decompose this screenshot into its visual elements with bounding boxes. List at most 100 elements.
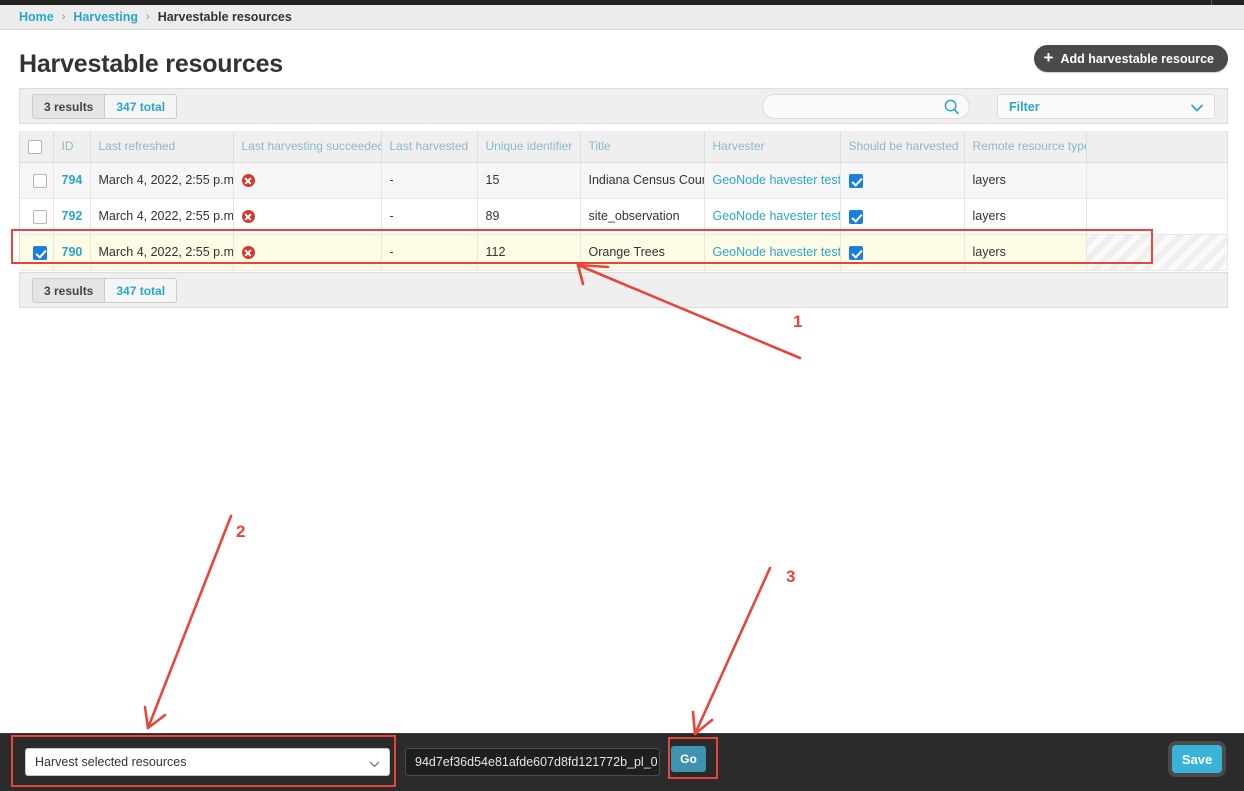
bulk-action-selected-value: Harvest selected resources xyxy=(35,755,187,769)
plus-icon: + xyxy=(1043,48,1054,67)
annotation-number-1: 1 xyxy=(793,312,803,331)
cell-title: Indiana Census County xyxy=(580,162,705,199)
row-checkbox[interactable] xyxy=(33,173,48,188)
column-header-should-be-harvested[interactable]: Should be harvested xyxy=(840,131,965,163)
go-button[interactable]: Go xyxy=(671,746,706,772)
add-button-label: Add harvestable resource xyxy=(1060,51,1214,66)
row-select-cell xyxy=(20,198,54,235)
filter-label: Filter xyxy=(1009,99,1040,114)
breadcrumb-separator: › xyxy=(61,11,66,23)
cell-id: 790 xyxy=(53,234,91,271)
results-count-pill[interactable]: 3 results xyxy=(32,94,106,119)
table-row-selected[interactable]: 790 March 4, 2022, 2:55 p.m. - 112 Orang… xyxy=(20,234,1228,271)
column-header-spacer xyxy=(1086,131,1228,163)
column-header-remote-resource-type[interactable]: Remote resource type xyxy=(964,131,1087,163)
cell-last-harvesting-succeeded xyxy=(233,162,382,199)
error-icon xyxy=(241,174,255,188)
footer-results-pill-group: 3 results 347 total xyxy=(32,278,178,303)
cell-last-harvested: - xyxy=(381,234,478,271)
footer-results-count-pill[interactable]: 3 results xyxy=(32,278,106,303)
row-select-cell xyxy=(20,234,54,271)
cell-last-harvested: - xyxy=(381,198,478,235)
id-link[interactable]: 792 xyxy=(62,209,83,223)
table-header-row: ID Last refreshed Last harvesting succee… xyxy=(20,131,1228,163)
add-harvestable-resource-button[interactable]: + Add harvestable resource xyxy=(1033,45,1228,72)
column-header-id[interactable]: ID xyxy=(53,131,91,163)
table-row[interactable]: 792 March 4, 2022, 2:55 p.m. - 89 site_o… xyxy=(20,198,1228,235)
cell-id: 794 xyxy=(53,162,91,199)
search-icon[interactable] xyxy=(944,99,960,120)
search-box[interactable] xyxy=(762,94,970,119)
annotation-number-3: 3 xyxy=(786,567,796,586)
chevron-down-icon xyxy=(369,758,380,772)
cell-spacer xyxy=(1086,162,1228,199)
cell-harvester: GeoNode havester test xyxy=(704,234,841,271)
cell-unique-identifier: 15 xyxy=(477,162,581,199)
breadcrumb-separator: › xyxy=(146,11,150,23)
id-link[interactable]: 794 xyxy=(62,173,83,187)
results-pill-group: 3 results 347 total xyxy=(32,94,178,119)
column-header-title[interactable]: Title xyxy=(580,131,705,163)
search-input[interactable] xyxy=(773,95,943,118)
row-select-cell xyxy=(20,162,54,199)
harvestable-resources-table: ID Last refreshed Last harvesting succee… xyxy=(19,131,1228,271)
harvester-link[interactable]: GeoNode havester test xyxy=(713,209,840,223)
cell-last-refreshed: March 4, 2022, 2:55 p.m. xyxy=(90,162,234,199)
table-row[interactable]: 794 March 4, 2022, 2:55 p.m. - 15 Indian… xyxy=(20,162,1228,199)
harvester-link[interactable]: GeoNode havester test xyxy=(713,245,840,259)
cell-harvester: GeoNode havester test xyxy=(704,198,841,235)
column-header-last-harvesting-succeeded[interactable]: Last harvesting succeeded xyxy=(233,131,382,163)
cell-last-harvesting-succeeded xyxy=(233,198,382,235)
cell-last-harvesting-succeeded xyxy=(233,234,382,271)
session-hash-value: 94d7ef36d54e81afde607d8fd121772b_pl_0 xyxy=(415,755,658,769)
bulk-action-bar: Harvest selected resources 94d7ef36d54e8… xyxy=(0,733,1244,791)
row-checkbox[interactable] xyxy=(33,209,48,224)
cell-last-harvested: - xyxy=(381,162,478,199)
save-button[interactable]: Save xyxy=(1172,745,1222,773)
select-all-checkbox[interactable] xyxy=(28,139,42,154)
cell-unique-identifier: 112 xyxy=(477,234,581,271)
cell-last-refreshed: March 4, 2022, 2:55 p.m. xyxy=(90,198,234,235)
cell-unique-identifier: 89 xyxy=(477,198,581,235)
breadcrumb: Home › Harvesting › Harvestable resource… xyxy=(0,5,1244,30)
should-be-harvested-checkbox[interactable] xyxy=(848,173,863,188)
cell-harvester: GeoNode havester test xyxy=(704,162,841,199)
cell-should-be-harvested xyxy=(840,234,965,271)
row-checkbox[interactable] xyxy=(33,245,48,260)
footer-total-count-pill[interactable]: 347 total xyxy=(105,278,178,303)
page-title: Harvestable resources xyxy=(19,50,284,78)
cell-title: site_observation xyxy=(580,198,705,235)
cell-spacer xyxy=(1086,198,1228,235)
cell-id: 792 xyxy=(53,198,91,235)
chevron-down-icon xyxy=(1190,101,1204,119)
column-header-last-refreshed[interactable]: Last refreshed xyxy=(90,131,234,163)
table-toolbar: 3 results 347 total Filter xyxy=(19,88,1228,124)
cell-remote-resource-type: layers xyxy=(964,198,1087,235)
breadcrumb-item-current: Harvestable resources xyxy=(157,10,292,24)
cell-spacer xyxy=(1086,234,1228,271)
cell-title: Orange Trees xyxy=(580,234,705,271)
footer-results-bar: 3 results 347 total xyxy=(19,272,1228,308)
id-link[interactable]: 790 xyxy=(62,245,83,259)
breadcrumb-item-harvesting[interactable]: Harvesting xyxy=(73,10,138,24)
cell-should-be-harvested xyxy=(840,162,965,199)
cell-remote-resource-type: layers xyxy=(964,234,1087,271)
bulk-action-select[interactable]: Harvest selected resources xyxy=(25,748,390,776)
error-icon xyxy=(241,210,255,224)
filter-dropdown[interactable]: Filter xyxy=(997,94,1215,119)
cell-last-refreshed: March 4, 2022, 2:55 p.m. xyxy=(90,234,234,271)
annotation-number-2: 2 xyxy=(236,522,246,541)
column-header-last-harvested[interactable]: Last harvested xyxy=(381,131,478,163)
should-be-harvested-checkbox[interactable] xyxy=(848,245,863,260)
column-header-unique-identifier[interactable]: Unique identifier xyxy=(477,131,581,163)
cell-should-be-harvested xyxy=(840,198,965,235)
session-hash-field[interactable]: 94d7ef36d54e81afde607d8fd121772b_pl_0 xyxy=(405,748,660,776)
error-icon xyxy=(241,246,255,260)
cell-remote-resource-type: layers xyxy=(964,162,1087,199)
harvester-link[interactable]: GeoNode havester test xyxy=(713,173,840,187)
total-count-pill[interactable]: 347 total xyxy=(105,94,178,119)
column-header-harvester[interactable]: Harvester xyxy=(704,131,841,163)
header-select-all-cell xyxy=(20,131,54,163)
breadcrumb-item-home[interactable]: Home xyxy=(19,10,54,24)
should-be-harvested-checkbox[interactable] xyxy=(848,209,863,224)
